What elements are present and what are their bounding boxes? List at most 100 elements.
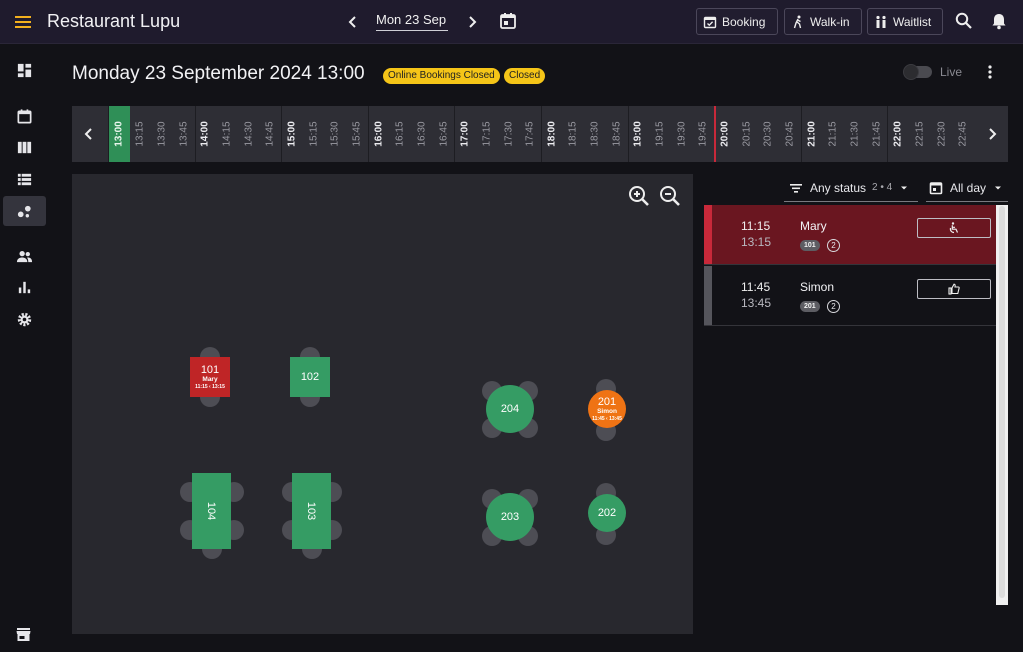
time-slot[interactable]: 13:45 <box>173 106 195 162</box>
table-104[interactable]: 104 <box>192 473 231 549</box>
sidebar-item-guests[interactable] <box>3 241 46 271</box>
time-slot[interactable]: 17:15 <box>476 106 498 162</box>
time-slot-label: 16:30 <box>416 121 428 147</box>
walk-icon <box>793 15 802 28</box>
live-toggle[interactable] <box>903 64 932 80</box>
time-slot[interactable]: 14:30 <box>238 106 260 162</box>
time-slot[interactable]: 21:15 <box>822 106 844 162</box>
time-slot[interactable]: 14:45 <box>260 106 282 162</box>
menu-icon[interactable] <box>13 13 33 31</box>
time-slot[interactable]: 16:00 <box>367 106 390 162</box>
time-slot[interactable]: 16:15 <box>389 106 411 162</box>
time-slot[interactable]: 22:30 <box>931 106 953 162</box>
table-102[interactable]: 102 <box>290 357 330 397</box>
time-slot[interactable]: 15:00 <box>281 106 303 162</box>
table-201[interactable]: 201 Simon 11:45 ‹ 13:45 <box>588 390 626 428</box>
time-slot[interactable]: 18:00 <box>541 106 563 162</box>
time-slot[interactable]: 20:00 <box>714 106 736 162</box>
time-slot-label: 22:15 <box>914 121 926 147</box>
status-filter[interactable]: Any status 2 • 4 <box>784 174 918 202</box>
sidebar-item-settings[interactable] <box>3 304 46 334</box>
time-slot[interactable]: 16:30 <box>411 106 433 162</box>
more-vert-icon[interactable] <box>982 64 998 80</box>
time-slot[interactable]: 13:00 <box>108 106 130 162</box>
chevron-left-icon[interactable] <box>342 11 364 33</box>
time-slot[interactable]: 15:15 <box>303 106 325 162</box>
time-slot[interactable]: 21:45 <box>866 106 888 162</box>
time-slot-label: 15:30 <box>329 121 341 147</box>
time-slot[interactable]: 14:15 <box>216 106 238 162</box>
time-slot[interactable]: 14:00 <box>194 106 217 162</box>
sidebar-item-reports[interactable] <box>3 272 46 302</box>
time-slot[interactable]: 19:15 <box>649 106 671 162</box>
table-time: 11:15 ‹ 13:15 <box>195 384 225 390</box>
table-203[interactable]: 203 <box>486 493 534 541</box>
sidebar-item-list[interactable] <box>3 164 46 194</box>
toggle-knob <box>903 64 919 80</box>
scrollbar-thumb[interactable] <box>999 206 1005 598</box>
sidebar-item-dashboard[interactable] <box>3 55 46 85</box>
sidebar-item-floorplan[interactable] <box>3 196 46 226</box>
table-204[interactable]: 204 <box>486 385 534 433</box>
chevron-right-icon[interactable] <box>461 11 483 33</box>
time-slot[interactable]: 18:45 <box>606 106 628 162</box>
time-slot[interactable]: 13:15 <box>130 106 152 162</box>
store-icon[interactable] <box>15 626 32 643</box>
sidebar-item-calendar[interactable] <box>3 101 46 131</box>
walk-in-button[interactable]: Walk-in <box>784 8 862 35</box>
table-103[interactable]: 103 <box>292 473 331 549</box>
time-slot[interactable]: 19:30 <box>671 106 693 162</box>
time-slot[interactable]: 20:30 <box>758 106 780 162</box>
waitlist-button[interactable]: Waitlist <box>867 8 943 35</box>
table-101[interactable]: 101 Mary 11:15 ‹ 13:15 <box>190 357 230 397</box>
guests-icon <box>16 250 33 262</box>
time-slot-label: 17:00 <box>459 121 471 147</box>
table-number: 103 <box>305 501 318 521</box>
time-slot[interactable]: 13:30 <box>151 106 173 162</box>
booking-label: Booking <box>722 14 766 29</box>
search-icon[interactable] <box>954 11 974 31</box>
time-slot[interactable]: 20:15 <box>736 106 758 162</box>
chevron-right-icon[interactable] <box>975 106 1009 162</box>
time-slot[interactable]: 15:45 <box>346 106 368 162</box>
time-slot[interactable]: 21:30 <box>844 106 866 162</box>
confirm-button[interactable] <box>917 279 991 299</box>
time-slot[interactable]: 22:45 <box>952 106 974 162</box>
booking-row-mary[interactable]: 11:15 13:15 Mary 101 2 <box>704 205 996 265</box>
time-slot[interactable]: 15:30 <box>325 106 347 162</box>
time-slot-label: 21:45 <box>871 121 883 147</box>
time-slot[interactable]: 17:30 <box>498 106 520 162</box>
range-filter[interactable]: All day <box>926 174 1008 202</box>
time-slot-label: 21:15 <box>827 121 839 147</box>
time-slot-label: 19:30 <box>676 121 688 147</box>
calendar-icon[interactable] <box>498 11 518 31</box>
time-slot[interactable]: 22:00 <box>887 106 909 162</box>
time-slot[interactable]: 16:45 <box>433 106 455 162</box>
chevron-left-icon[interactable] <box>72 106 106 162</box>
time-slot-bar: 13:00 13:15 13:30 13:45 14:00 14:15 14:30 14:45… <box>72 106 1008 162</box>
time-slot[interactable]: 19:45 <box>693 106 715 162</box>
seat-button[interactable] <box>917 218 991 238</box>
time-slot[interactable]: 20:45 <box>779 106 801 162</box>
time-slot-label: 20:15 <box>741 121 753 147</box>
sidebar-item-columns[interactable] <box>3 132 46 162</box>
zoom-out-icon[interactable] <box>658 184 682 208</box>
time-slot-label: 22:45 <box>957 121 969 147</box>
calendar-check-icon <box>703 16 717 28</box>
booking-row-simon[interactable]: 11:45 13:45 Simon 201 2 <box>704 266 996 326</box>
time-slot-label: 21:30 <box>849 121 861 147</box>
time-slot[interactable]: 17:45 <box>519 106 541 162</box>
booking-button[interactable]: Booking <box>696 8 778 35</box>
time-slot[interactable]: 18:15 <box>563 106 585 162</box>
calendar-icon <box>17 108 32 123</box>
time-slot[interactable]: 17:00 <box>454 106 476 162</box>
table-202[interactable]: 202 <box>588 494 626 532</box>
time-slot[interactable]: 19:00 <box>627 106 650 162</box>
time-slot[interactable]: 22:15 <box>909 106 931 162</box>
table-number: 104 <box>205 501 218 521</box>
zoom-in-icon[interactable] <box>627 184 651 208</box>
time-slot[interactable]: 18:30 <box>584 106 606 162</box>
bell-icon[interactable] <box>989 11 1009 31</box>
time-slot[interactable]: 21:00 <box>800 106 823 162</box>
date-picker[interactable]: Mon 23 Sep <box>376 12 448 31</box>
